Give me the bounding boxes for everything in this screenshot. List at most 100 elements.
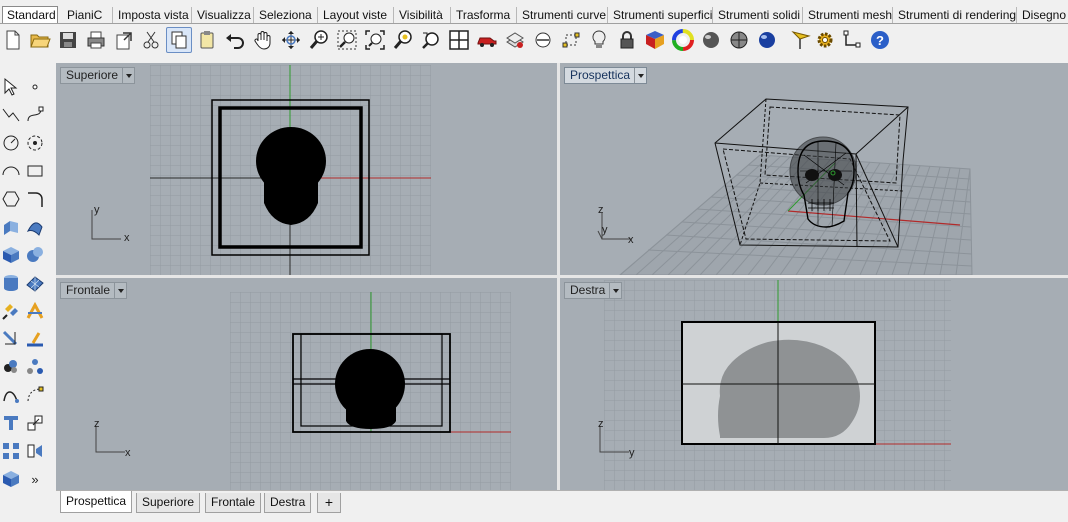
polygon-icon[interactable] (0, 188, 22, 210)
chrome-sphere-icon[interactable] (754, 27, 780, 53)
move-icon[interactable] (0, 412, 22, 434)
undo-icon[interactable] (222, 27, 248, 53)
settings-gear-icon[interactable] (812, 27, 838, 53)
layout-icon[interactable] (0, 468, 22, 490)
arc-icon[interactable] (24, 132, 46, 154)
rebuild-curve-icon[interactable] (0, 384, 22, 406)
zoom-icon[interactable] (306, 27, 332, 53)
chevron-down-icon[interactable] (609, 283, 621, 298)
circle-icon[interactable] (0, 132, 22, 154)
save-icon[interactable] (55, 27, 81, 53)
chevron-down-icon[interactable] (634, 68, 646, 83)
surface-icon[interactable] (24, 216, 46, 238)
tab-disegno[interactable]: Disegno (1017, 7, 1068, 23)
tab-destra[interactable]: Destra (264, 493, 312, 513)
snap-icon[interactable] (840, 27, 866, 53)
tab-visibilita[interactable]: Visibilità (394, 7, 451, 23)
tab-imposta-vista[interactable]: Imposta vista (113, 7, 192, 23)
tab-pianic[interactable]: PianiC (62, 7, 113, 23)
color-wheel-icon[interactable] (670, 27, 696, 53)
select-arrow-icon[interactable] (0, 76, 22, 98)
axis-x-label: x (124, 232, 130, 244)
tab-prospettica[interactable]: Prospettica (60, 491, 133, 513)
add-viewport-tab-button[interactable]: + (317, 493, 341, 513)
scale-icon[interactable] (24, 412, 46, 434)
car-icon[interactable] (474, 27, 500, 53)
viewport-title-destra[interactable]: Destra (564, 282, 623, 299)
array-icon[interactable] (0, 440, 22, 462)
rectangle-icon[interactable] (24, 160, 46, 182)
tab-strumenti-curve[interactable]: Strumenti curve (517, 7, 608, 23)
chevron-down-icon[interactable] (114, 283, 126, 298)
layer-icon[interactable] (502, 27, 528, 53)
viewport-frontale[interactable]: z x Frontale (56, 278, 557, 490)
print-icon[interactable] (83, 27, 109, 53)
cut-icon[interactable] (138, 27, 164, 53)
curve-icon[interactable] (24, 104, 46, 126)
viewport-splitter-horizontal[interactable] (56, 275, 1068, 278)
zoom-selected-icon[interactable] (390, 27, 416, 53)
more-tools-button[interactable]: » (24, 468, 46, 490)
group-icon[interactable] (0, 356, 22, 378)
viewport-superiore-scene: y x (91, 65, 431, 275)
join-icon[interactable] (24, 328, 46, 350)
extrude-icon[interactable] (0, 216, 22, 238)
chevron-down-icon[interactable] (122, 68, 134, 83)
polyline-icon[interactable] (0, 104, 22, 126)
material-icon[interactable] (642, 27, 668, 53)
zoom-window-icon[interactable] (334, 27, 360, 53)
control-points-icon[interactable] (24, 384, 46, 406)
tab-superiore[interactable]: Superiore (136, 493, 201, 513)
tab-strumenti-rendering[interactable]: Strumenti di rendering (893, 7, 1017, 23)
viewport-title-label: Prospettica (570, 68, 631, 82)
undo-view-icon[interactable] (418, 27, 444, 53)
axis-z-label: z (598, 204, 604, 216)
lock-icon[interactable] (614, 27, 640, 53)
tab-strumenti-mesh[interactable]: Strumenti mesh (803, 7, 893, 23)
pan-hand-icon[interactable] (250, 27, 276, 53)
export-icon[interactable] (111, 27, 137, 53)
copy-icon[interactable] (166, 27, 192, 53)
viewport-prospettica[interactable]: z y x Prospettica (560, 63, 1068, 275)
tab-visualizza[interactable]: Visualizza (192, 7, 254, 23)
cylinder-icon[interactable] (0, 272, 22, 294)
paste-icon[interactable] (194, 27, 220, 53)
tab-layout-viste[interactable]: Layout viste (318, 7, 394, 23)
new-file-icon[interactable] (0, 27, 26, 53)
viewport-prospettica-scene: z y x (597, 98, 973, 275)
tab-seleziona[interactable]: Seleziona (254, 7, 318, 23)
tab-trasforma[interactable]: Trasforma (451, 7, 517, 23)
four-viewports-icon[interactable] (446, 27, 472, 53)
open-folder-icon[interactable] (27, 27, 53, 53)
ellipse-icon[interactable] (0, 160, 22, 182)
show-points-icon[interactable] (558, 27, 584, 53)
render-sphere-icon[interactable] (726, 27, 752, 53)
rotate-view-icon[interactable] (278, 27, 304, 53)
fillet-curve-icon[interactable] (24, 188, 46, 210)
mirror-icon[interactable] (24, 440, 46, 462)
explode-icon[interactable] (24, 356, 46, 378)
flag-filter-icon[interactable] (788, 27, 814, 53)
boolean-icon[interactable] (0, 300, 22, 322)
zoom-extents-icon[interactable] (362, 27, 388, 53)
sphere-icon[interactable] (698, 27, 724, 53)
viewport-title-frontale[interactable]: Frontale (60, 282, 128, 299)
viewport-destra[interactable]: z y Destra (560, 278, 1068, 490)
split-icon[interactable] (0, 328, 22, 350)
hide-icon[interactable] (530, 27, 556, 53)
mesh-icon[interactable] (24, 272, 46, 294)
viewport-superiore[interactable]: y x Superiore (56, 63, 557, 275)
point-icon[interactable] (24, 76, 46, 98)
axis-y-label: y (94, 204, 100, 216)
viewport-title-prospettica[interactable]: Prospettica (564, 67, 648, 84)
tab-strumenti-superfici[interactable]: Strumenti superfici (608, 7, 713, 23)
light-bulb-icon[interactable] (586, 27, 612, 53)
trim-icon[interactable] (24, 300, 46, 322)
help-icon[interactable]: ? (867, 27, 893, 53)
sphere-solid-icon[interactable] (24, 244, 46, 266)
box-icon[interactable] (0, 244, 22, 266)
tab-strumenti-solidi[interactable]: Strumenti solidi (713, 7, 803, 23)
tab-standard[interactable]: Standard (2, 6, 58, 23)
viewport-title-superiore[interactable]: Superiore (60, 67, 136, 84)
tab-frontale[interactable]: Frontale (205, 493, 262, 513)
